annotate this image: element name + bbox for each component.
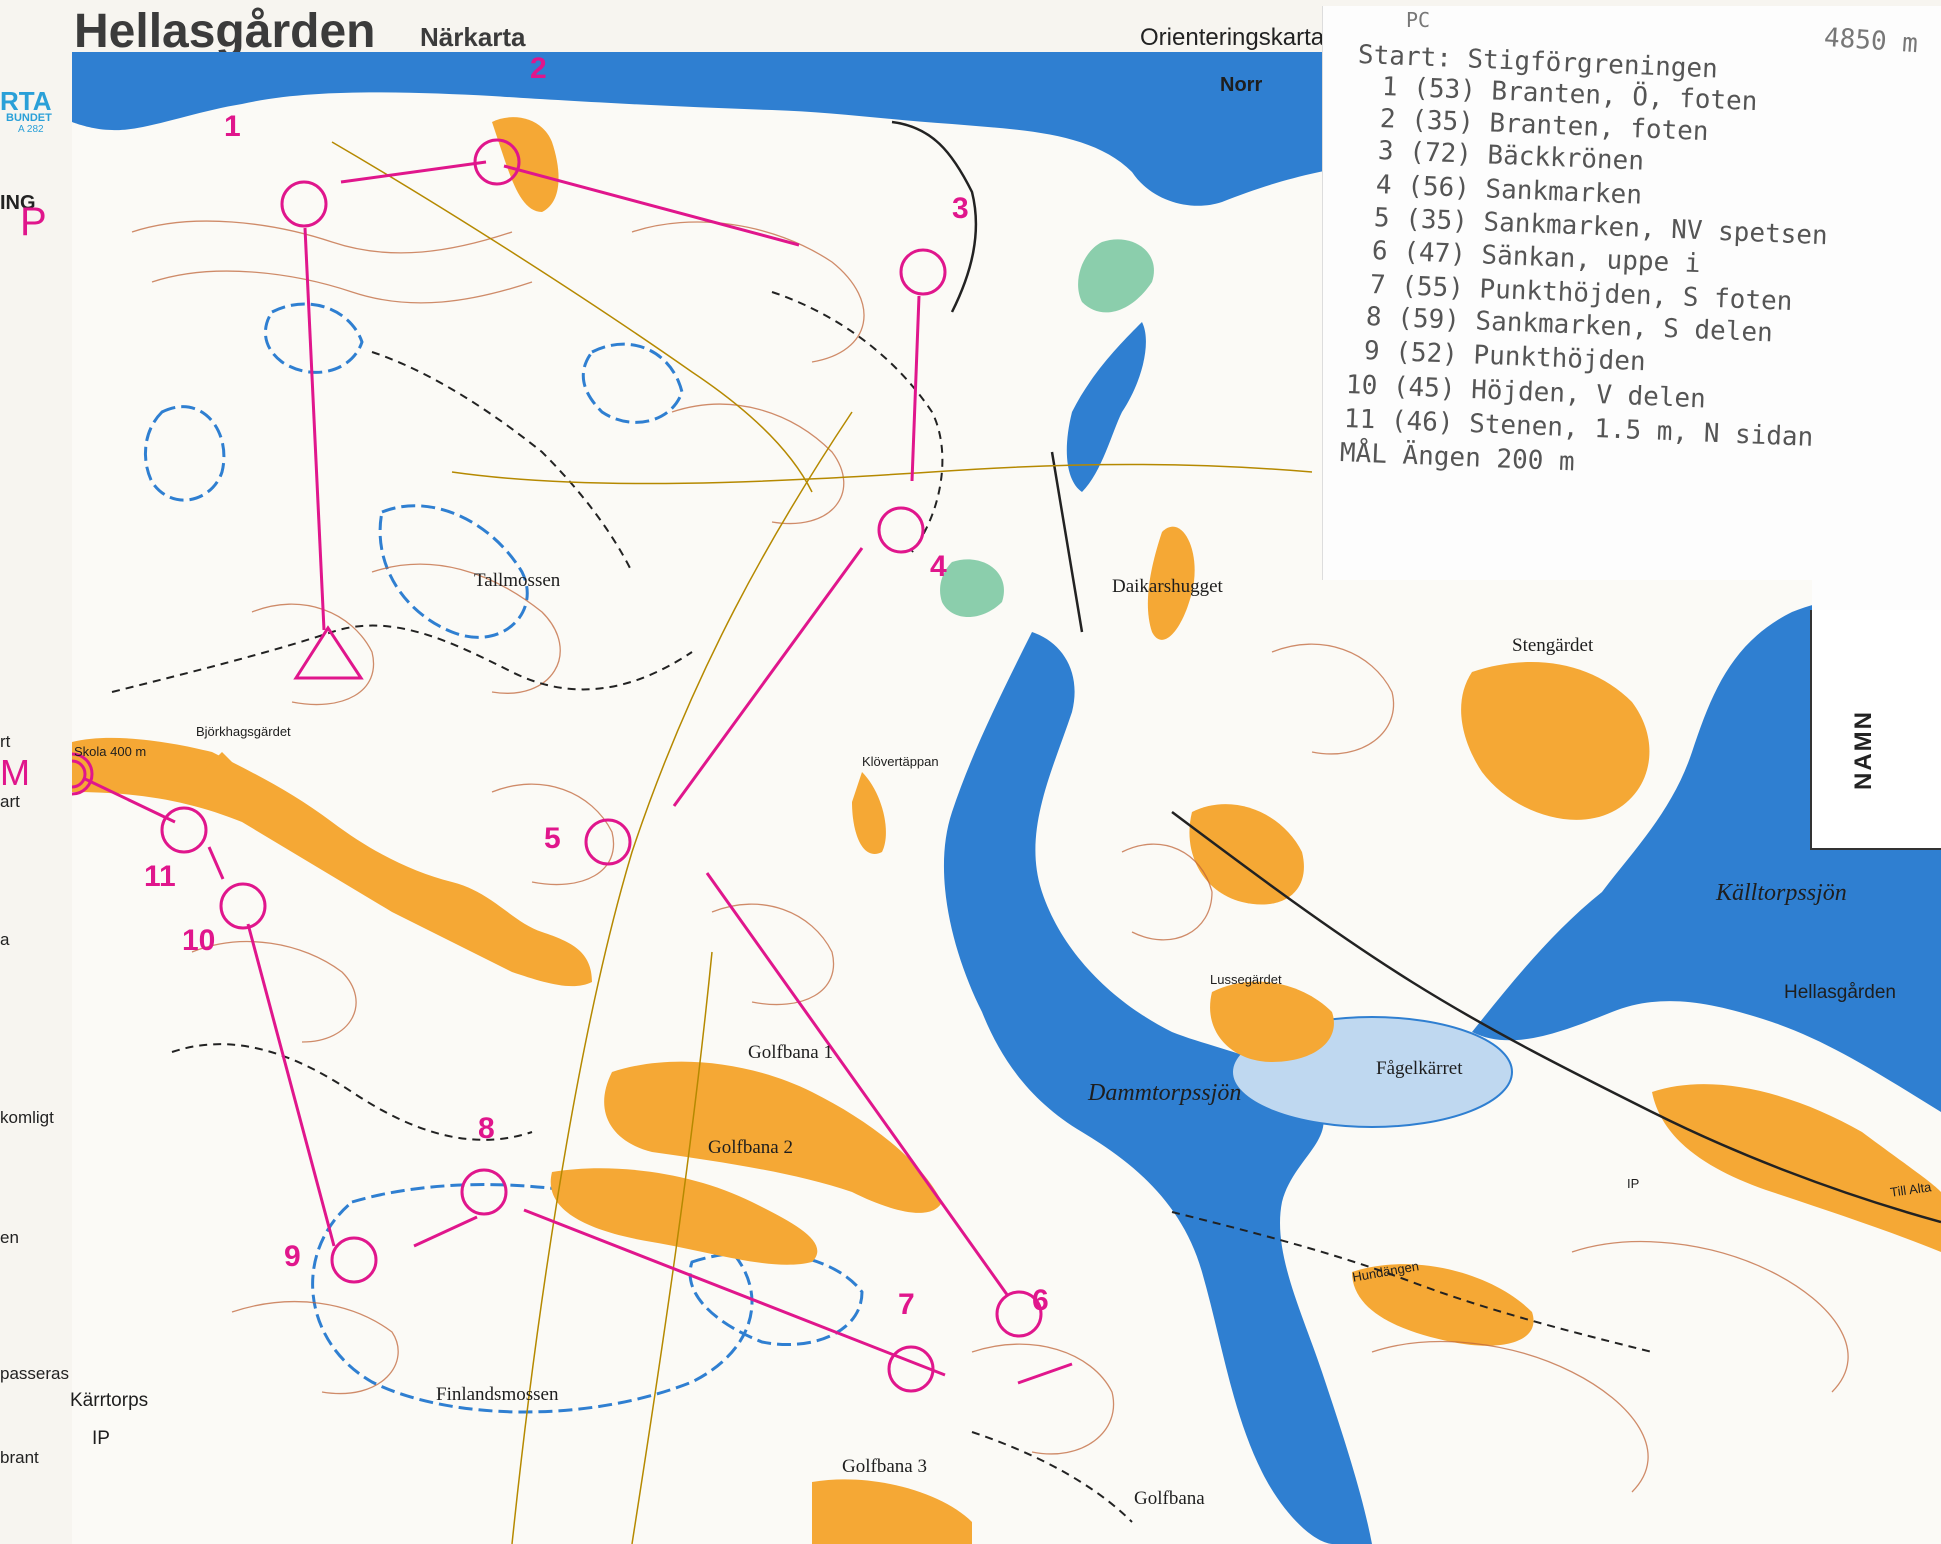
north-label: Norr — [1220, 74, 1263, 96]
sheet-header-code: PC — [1406, 8, 1431, 32]
place-name: Kärrtorps — [70, 1390, 149, 1411]
control-number-4: 4 — [930, 550, 947, 583]
place-name: IP — [92, 1428, 110, 1449]
place-name: Björkhagsgärdet — [196, 724, 291, 739]
place-name: Lussegärdet — [1210, 972, 1282, 987]
place-name: Golfbana 2 — [708, 1137, 793, 1158]
place-name: Fågelkärret — [1376, 1058, 1463, 1079]
place-name: Skola 400 m — [74, 744, 147, 759]
place-name: Klövertäppan — [862, 754, 939, 769]
control-number-6: 6 — [1032, 1284, 1049, 1317]
legend-fragment: brant — [0, 1448, 39, 1467]
control-number-9: 9 — [284, 1240, 301, 1273]
legend-fragment: en — [0, 1228, 19, 1247]
control-number-8: 8 — [478, 1112, 495, 1145]
control-number-2: 2 — [530, 52, 547, 85]
m-handwritten-mark: M — [0, 752, 30, 793]
control-number-5: 5 — [544, 822, 561, 855]
legend-fragment: a — [0, 930, 10, 949]
place-name: Dammtorpssjön — [1088, 1080, 1242, 1106]
map-type-label: Orienteringskarta — [1140, 24, 1325, 51]
map-subtitle: Närkarta — [420, 22, 526, 52]
place-name: IP — [1627, 1176, 1640, 1191]
control-number-1: 1 — [224, 110, 241, 143]
place-name: Daikarshugget — [1112, 576, 1223, 597]
brand-org: BUNDET — [6, 112, 52, 124]
place-name: Golfbana 3 — [842, 1456, 927, 1477]
place-name: Tallmossen — [474, 570, 561, 591]
place-name: Finlandsmossen — [436, 1384, 559, 1405]
place-name: Golfbana — [1134, 1488, 1205, 1509]
control-number-10: 10 — [182, 924, 216, 957]
brand-code: A 282 — [18, 124, 44, 135]
control-number-11: 11 — [144, 860, 176, 893]
name-field-label: NAMN — [1850, 710, 1877, 790]
map-title: Hellasgården — [74, 5, 376, 58]
legend-fragment: passeras — [0, 1364, 69, 1383]
place-name: Hellasgården — [1784, 982, 1896, 1003]
place-name: Golfbana 1 — [748, 1042, 833, 1063]
legend-fragment: art — [0, 792, 20, 811]
legend-fragment: rt — [0, 732, 11, 751]
legend-fragment: komligt — [0, 1108, 54, 1127]
control-number-7: 7 — [898, 1288, 915, 1321]
place-name: Källtorpssjön — [1716, 880, 1847, 906]
place-name: Stengärdet — [1512, 635, 1594, 656]
control-number-3: 3 — [952, 192, 969, 225]
